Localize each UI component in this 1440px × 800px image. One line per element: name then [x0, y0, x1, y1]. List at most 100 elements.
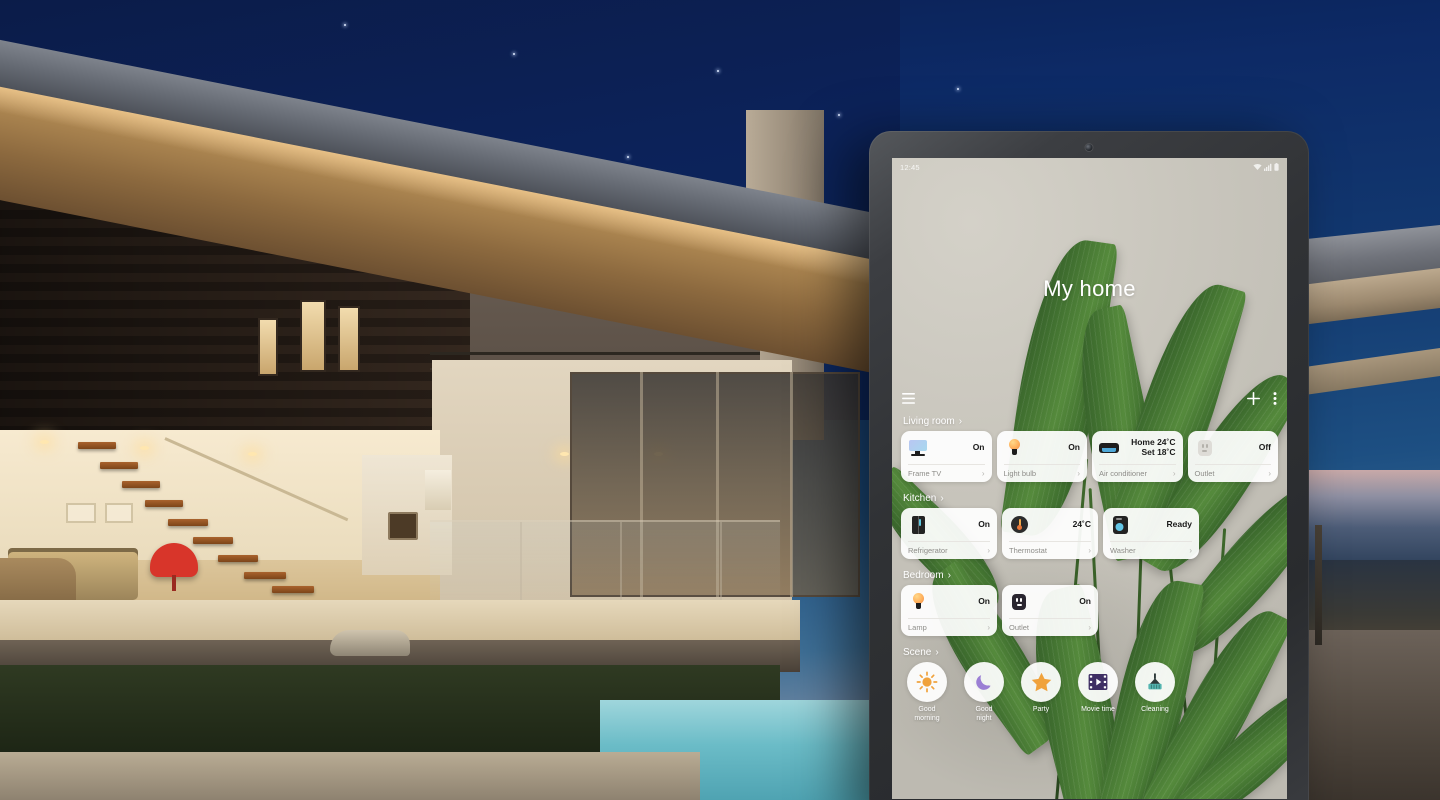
- wall-art: [105, 503, 133, 523]
- chevron-right-icon: ›: [987, 546, 990, 555]
- card-top: On: [901, 585, 997, 618]
- card-top: Off: [1188, 431, 1279, 464]
- section-header-living-room[interactable]: Living room ›: [903, 416, 1278, 427]
- device-label: Frame TV: [908, 469, 942, 478]
- device-label: Refrigerator: [908, 546, 948, 555]
- battery-icon: [1274, 163, 1279, 171]
- status-bar-icons: [1253, 163, 1279, 171]
- scene-button-good-night[interactable]: Good night: [960, 662, 1008, 724]
- chevron-right-icon: ›: [935, 647, 939, 658]
- pool-deck: [0, 752, 700, 800]
- glass-balustrade: [430, 520, 780, 600]
- ceiling-light: [40, 440, 49, 444]
- scene-button-movie-time[interactable]: Movie time: [1074, 662, 1122, 724]
- device-label: Air conditioner: [1099, 469, 1147, 478]
- chevron-right-icon: ›: [958, 416, 963, 427]
- oven: [388, 512, 418, 540]
- scene-button-cleaning[interactable]: Cleaning: [1131, 662, 1179, 724]
- stair-tread: [168, 519, 208, 526]
- scene-button-party[interactable]: Party: [1017, 662, 1065, 724]
- device-card-outlet-living-room[interactable]: Off Outlet ›: [1187, 431, 1279, 482]
- ceiling-light: [560, 452, 569, 456]
- balustrade-post: [720, 522, 722, 600]
- card-bottom: Air conditioner ›: [1092, 465, 1183, 482]
- film-icon: [1088, 674, 1108, 690]
- section-header-bedroom[interactable]: Bedroom ›: [903, 570, 1278, 581]
- washer-icon: [1110, 515, 1130, 534]
- star: [513, 53, 515, 55]
- toolbar-right-actions: [1247, 392, 1277, 405]
- star: [957, 88, 959, 90]
- chevron-right-icon: ›: [1268, 469, 1271, 478]
- chevron-right-icon: ›: [940, 493, 944, 504]
- thermostat-icon: [1009, 515, 1029, 534]
- device-status: On: [978, 518, 990, 529]
- device-status: Off: [1258, 441, 1271, 452]
- card-top: Home 24˚C Set 18˚C: [1092, 431, 1183, 464]
- outlet-icon: [1195, 439, 1215, 457]
- tablet-screen: 12:45 My home Living room › On Frame TV …: [892, 158, 1287, 799]
- window-mullion: [790, 372, 793, 597]
- scene-icon-circle: [1021, 662, 1061, 702]
- scene-icon-circle: [1078, 662, 1118, 702]
- device-status: On: [972, 441, 985, 452]
- device-card-lamp[interactable]: On Lamp ›: [901, 585, 997, 636]
- chair-leg: [172, 575, 176, 591]
- ceiling-light: [248, 452, 257, 456]
- scene-label: Good night: [975, 706, 993, 722]
- status-bar-time: 12:45: [900, 162, 920, 172]
- refrigerator-icon: [908, 515, 928, 534]
- more-vertical-icon[interactable]: [1273, 392, 1277, 405]
- plus-icon[interactable]: [1247, 392, 1260, 405]
- device-card-refrigerator[interactable]: On Refrigerator ›: [901, 508, 997, 559]
- page-title: My home: [1043, 276, 1136, 301]
- chevron-right-icon: ›: [981, 469, 985, 478]
- card-bottom: Thermostat ›: [1002, 542, 1098, 559]
- lit-window: [258, 318, 278, 376]
- terrace-post: [1315, 525, 1322, 645]
- card-top: On: [997, 431, 1088, 464]
- device-row-kitchen: On Refrigerator › 24˚C Thermostat › Read…: [901, 508, 1278, 559]
- stair-tread: [193, 537, 233, 544]
- device-status: Home 24˚C Set 18˚C: [1131, 436, 1176, 457]
- device-card-light-bulb[interactable]: On Light bulb ›: [996, 431, 1088, 482]
- cleaning-icon: [1148, 673, 1162, 690]
- chevron-right-icon: ›: [1088, 623, 1091, 632]
- scene-button-good-morning[interactable]: Good morning: [903, 662, 951, 724]
- hamburger-menu-icon[interactable]: [902, 393, 915, 404]
- star: [344, 24, 346, 26]
- card-top: Ready: [1103, 508, 1199, 541]
- device-status: On: [1079, 595, 1091, 606]
- device-card-outlet-bedroom[interactable]: On Outlet ›: [1002, 585, 1098, 636]
- lit-window: [338, 306, 360, 372]
- chevron-right-icon: ›: [1189, 546, 1192, 555]
- status-bar: 12:45: [892, 158, 1287, 176]
- section-header-kitchen[interactable]: Kitchen ›: [903, 493, 1278, 504]
- device-card-thermostat[interactable]: 24˚C Thermostat ›: [1002, 508, 1098, 559]
- front-camera-icon: [1085, 144, 1093, 151]
- device-label: Outlet: [1009, 623, 1030, 632]
- wifi-icon: [1253, 163, 1262, 170]
- section-title: Scene: [903, 647, 932, 658]
- device-card-washer[interactable]: Ready Washer ›: [1103, 508, 1199, 559]
- device-label: Outlet: [1194, 469, 1215, 478]
- device-card-air-conditioner[interactable]: Home 24˚C Set 18˚C Air conditioner ›: [1092, 431, 1183, 482]
- scene-label: Movie time: [1081, 706, 1115, 713]
- chevron-right-icon: ›: [1088, 546, 1091, 555]
- star-icon: [1031, 672, 1051, 691]
- card-bottom: Washer ›: [1103, 542, 1199, 559]
- stair-tread: [272, 586, 314, 593]
- chevron-right-icon: ›: [947, 570, 951, 581]
- device-card-frame-tv[interactable]: On Frame TV ›: [901, 431, 992, 482]
- scene-label: Cleaning: [1141, 706, 1169, 713]
- chevron-right-icon: ›: [1172, 469, 1176, 478]
- card-top: On: [901, 508, 997, 541]
- section-title: Kitchen: [903, 493, 937, 504]
- balustrade-post: [520, 522, 522, 600]
- device-status: 24˚C: [1072, 518, 1091, 529]
- device-label: Light bulb: [1003, 469, 1037, 478]
- stair-tread: [145, 500, 183, 507]
- section-header-scene[interactable]: Scene ›: [903, 647, 1278, 658]
- tv-icon: [908, 439, 928, 457]
- outlet-icon: [1009, 593, 1029, 611]
